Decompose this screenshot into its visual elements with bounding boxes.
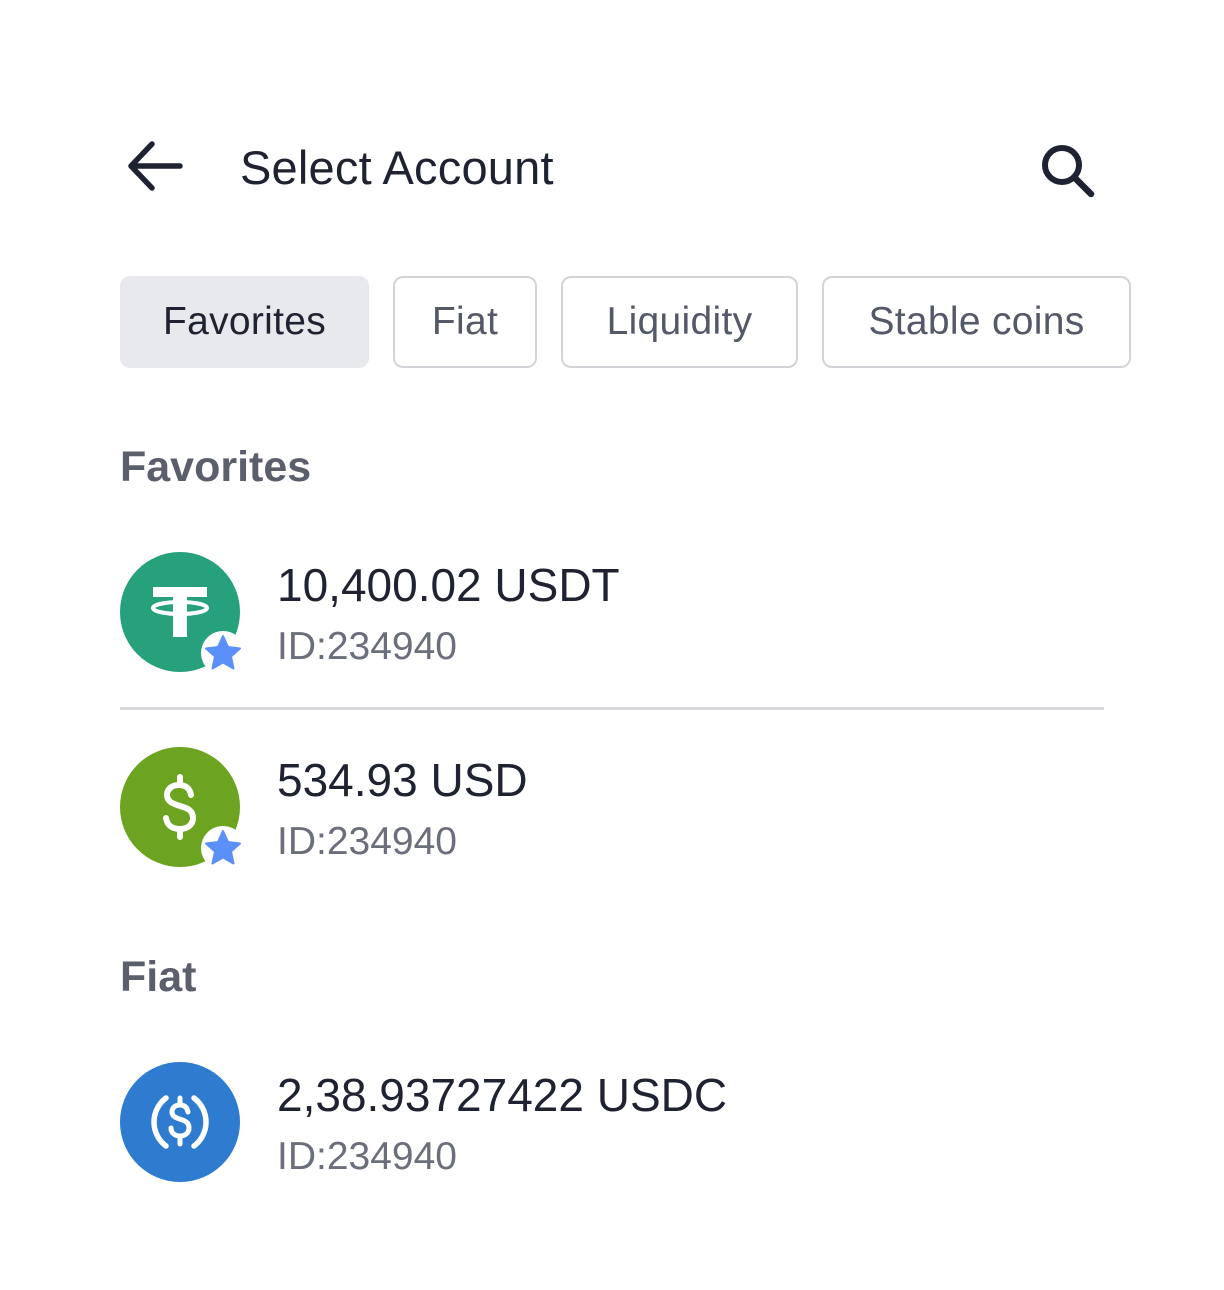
row-divider <box>120 707 1104 710</box>
favorite-star-icon <box>201 631 245 675</box>
account-id: ID:234940 <box>277 1135 457 1178</box>
top-bar: Select Account <box>0 110 1224 220</box>
section-title-fiat: Fiat <box>120 953 197 1001</box>
usdc-icon <box>120 1062 240 1182</box>
filter-chip-stable-coins[interactable]: Stable coins <box>822 276 1131 368</box>
section-title-favorites: Favorites <box>120 443 312 491</box>
account-id: ID:234940 <box>277 820 457 863</box>
back-button[interactable] <box>124 138 186 194</box>
filter-chip-favorites[interactable]: Favorites <box>120 276 369 368</box>
account-row-usdt[interactable]: 10,400.02 USDT ID:234940 <box>120 552 1104 682</box>
filter-chip-fiat[interactable]: Fiat <box>393 276 537 368</box>
arrow-left-icon <box>128 141 183 191</box>
account-amount: 2,38.93727422 USDC <box>277 1069 728 1121</box>
filter-chip-liquidity[interactable]: Liquidity <box>561 276 798 368</box>
account-amount: 10,400.02 USDT <box>277 559 620 611</box>
search-button[interactable] <box>1034 136 1100 202</box>
account-row-usd[interactable]: 534.93 USD ID:234940 <box>120 747 1104 877</box>
page-title: Select Account <box>240 141 554 194</box>
account-amount: 534.93 USD <box>277 754 528 806</box>
account-id: ID:234940 <box>277 625 457 668</box>
account-row-usdc[interactable]: 2,38.93727422 USDC ID:234940 <box>120 1062 1104 1192</box>
favorite-star-icon <box>201 826 245 870</box>
search-icon <box>1042 145 1095 198</box>
